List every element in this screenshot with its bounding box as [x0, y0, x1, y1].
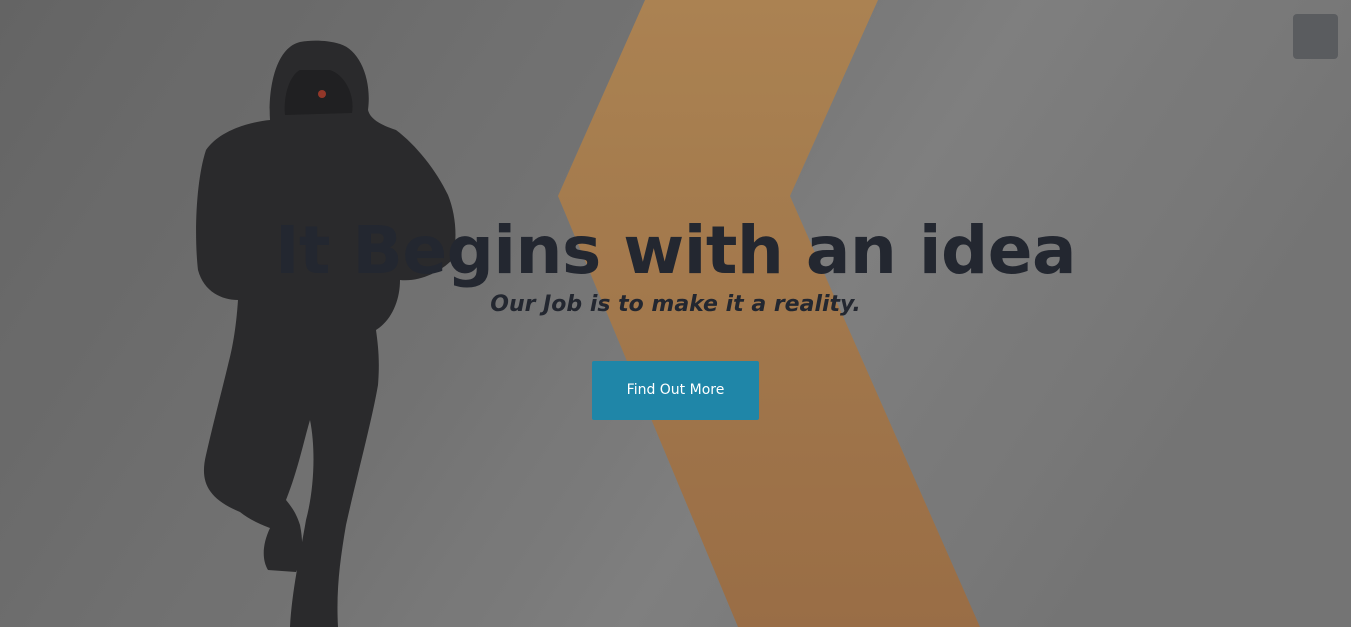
hero-content: It Begins with an idea Our Job is to mak… [0, 207, 1351, 420]
hero-section: It Begins with an idea Our Job is to mak… [0, 0, 1351, 627]
hero-subheadline: Our Job is to make it a reality. [490, 292, 861, 317]
hero-headline: It Begins with an idea [274, 212, 1077, 289]
menu-toggle-button[interactable] [1293, 14, 1338, 59]
find-out-more-button[interactable]: Find Out More [592, 361, 759, 420]
